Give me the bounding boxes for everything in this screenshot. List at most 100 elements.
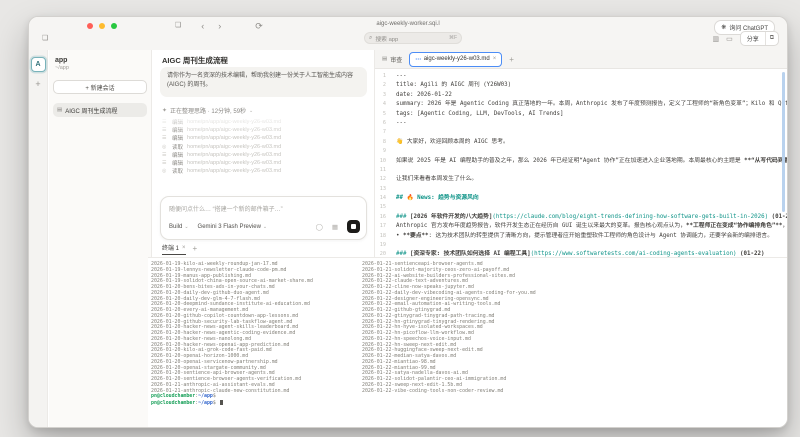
tool-call-row[interactable]: ◎ 读取 home/pn/app/aigc-weekly-y26-w03.md [162,143,369,151]
editor-line: 5 tags: [Agentic Coding, LLM, DevTools, A… [375,110,787,119]
edit-icon: ☰ [162,160,167,167]
tool-call-row[interactable]: ☰ 编辑 home/pn/app/aigc-weekly-y26-w03.md [162,151,369,159]
line-number: 4 [382,101,386,108]
voice-icon[interactable]: ◯ [316,223,323,231]
prompt-path: ~/app [198,400,213,406]
file-tab-label: aigc-weekly-y26-w03.md [423,56,490,62]
tool-call-row[interactable]: ☰ 编辑 home/pn/app/aigc-weekly-y26-w03.md [162,159,369,167]
session-item[interactable]: ▤ AIGC 周刊生成流程 [53,103,147,117]
tool-action: 编辑 [172,128,184,135]
terminal-column-right: 2026-01-21-sentienceapi-browser-agents.m… [362,261,536,394]
desktop-background: { "colors": {"accent_blue":"#4c8df6","te… [0,0,800,437]
line-text [396,147,787,156]
tool-call-row[interactable]: ☰ 编辑 home/pn/app/aigc-weekly-y26-w03.md [162,134,369,142]
new-tab-button[interactable]: + [509,55,514,64]
stop-button[interactable] [347,220,360,233]
tool-path: home/pn/app/aigc-weekly-y26-w03.md [187,127,282,134]
editor-scrollbar[interactable] [782,72,785,212]
chatgpt-icon: ❋ [721,25,727,31]
line-text: --- [396,119,407,126]
read-icon: ◎ [162,143,167,150]
editor-line: 14 ## 🔥 News: 趋势与资源风向 [375,194,787,203]
terminal-tab-label: 终端 1 [162,246,180,252]
close-terminal-icon[interactable]: × [182,245,186,251]
line-text [396,128,787,137]
prompt-user: pn@cloudchamber [151,393,196,400]
editor-line: 2 title: Agili 的 AIGC 周刊 (Y26W03) [375,81,787,90]
edit-icon: ☰ [162,127,167,134]
workspace-avatar[interactable]: A [30,57,46,72]
spinner-icon: ✦ [162,108,168,114]
line-number: 19 [379,242,386,249]
line-number: 16 [379,213,386,220]
editor-line: 6 --- [375,119,787,128]
tool-action: 读取 [172,144,184,151]
search-shortcut: ⌘F [448,35,457,41]
editor-line: 17 Anthropic 官方发布年度趋势报告，软件开发生态正在经历自 GUI 诞… [375,222,787,231]
chat-panel: AIGC 周刊生成流程 请你作为一名资深的技术编辑，帮助我创建一份关于人工智能生… [153,50,375,257]
app-window-icon[interactable]: ▭ [726,35,733,43]
editor-line: 8 👋 大家好，欢迎回顾本周的 AIGC 思考。 [375,138,787,147]
editor-line: 9 [375,147,787,156]
line-number: 11 [379,166,386,173]
model-select[interactable]: Gemini 3 Flash Preview ⌄ [198,224,268,230]
mode-select[interactable]: Build ⌄ [169,224,189,230]
close-tab-icon[interactable]: × [493,56,497,62]
tool-action: 编辑 [172,161,184,168]
app-body: A + app ~/app + 新建会话 ▤ AIGC 周刊生成流程 AIGC 周… [29,50,787,427]
editor-line: 18 • **要点**: 这为技术团队的转型提供了清晰方向，提示管理者应开始重塑软… [375,232,787,241]
line-text [396,185,787,194]
add-workspace-button[interactable]: + [35,80,40,89]
editor-lines[interactable]: 1 --- 2 title: Agili 的 AIGC 周刊 (Y26W03) 3 dat… [375,68,787,257]
chevron-down-icon[interactable]: ⌄ [249,108,253,114]
editor-line: 11 [375,166,787,175]
stop-icon [351,224,356,229]
user-message: 请你作为一名资深的技术编辑，帮助我创建一份关于人工智能生成内容 (AIGC) 的… [160,67,367,97]
terminal-tabbar: 终端 1 × + [162,243,197,255]
composer[interactable]: 随便问点什么… “搭建一个新的邮件箱子…” Build ⌄ Gemini 3 F… [160,196,367,240]
markdown-icon: ⋯ [415,56,421,63]
read-icon: ◎ [162,168,167,175]
line-text: date: 2026-01-22 [396,91,452,98]
editor-panel: ▤ 审查 ⋯ aigc-weekly-y26-w03.md × + 1 --- 2 t… [375,50,787,257]
app-sidebar-toggle-icon[interactable]: ❏ [42,34,48,42]
editor-line: 15 [375,203,787,212]
tab-file-active[interactable]: ⋯ aigc-weekly-y26-w03.md × [409,51,503,67]
status-line: ✦ 正在整理思路 · 12分钟, 59秒 ⌄ [162,106,253,116]
terminal-tab[interactable]: 终端 1 × [162,243,186,255]
line-number: 1 [382,73,386,79]
tab-review[interactable]: ▤ 审查 [382,55,402,64]
image-icon[interactable]: ▦ [332,223,338,231]
review-tab-label: 审查 [390,57,403,64]
session-label: AIGC 周刊生成流程 [65,108,118,115]
workspace-path: ~/app [55,65,69,71]
tool-call-row[interactable]: ☰ 编辑 home/pn/app/aigc-weekly-y26-w03.md [162,126,369,134]
edit-icon: ☰ [162,151,167,158]
chat-title: AIGC 周刊生成流程 [162,56,228,65]
line-number: 5 [382,110,386,117]
tool-path: home/pn/app/aigc-weekly-y26-w03.md [187,119,282,126]
tool-path: home/pn/app/aigc-weekly-y26-w03.md [187,160,282,167]
tool-call-row[interactable]: ◎ 读取 home/pn/app/aigc-weekly-y26-w03.md [162,167,369,175]
search-input[interactable]: ⌕ 搜索 app ⌘F [364,32,462,44]
line-number: 13 [379,185,386,192]
tool-call-row[interactable]: ☰ 编辑 home/pn/app/aigc-weekly-y26-w03.md [162,118,369,126]
new-session-button[interactable]: + 新建会话 [53,80,147,94]
terminal-cursor [219,400,223,405]
line-number: 12 [379,176,386,183]
tool-path: home/pn/app/aigc-weekly-y26-w03.md [187,135,282,142]
share-button[interactable]: 分享 [741,34,765,43]
header-actions: ▥ ▭ 分享 ⧉ [712,31,779,46]
composer-controls: Build ⌄ Gemini 3 Flash Preview ⌄ ◯ ▦ [169,220,360,233]
edit-icon: ☰ [162,119,167,126]
chevron-down-icon: ⌄ [184,223,189,230]
line-text: ### [资深专家: 技术团队如何选择 AI 编程工具](https://www… [396,251,765,257]
new-terminal-button[interactable]: + [193,244,198,255]
editor-line: 10 如果说 2025 年是 AI 编程助手的普及之年，那么 2026 年已经证明… [375,157,787,166]
editor-line: 1 --- [375,72,787,81]
terminal-output[interactable]: 2026-01-19-kilo-ai-weekly-roundup-jan-17… [148,257,787,427]
copy-link-icon[interactable]: ⧉ [766,35,778,42]
line-text: ### [2026 年软件开发的八大趋势](https://claude.com… [396,213,787,220]
search-icon: ⌕ [369,34,373,41]
grid-view-icon[interactable]: ▥ [712,35,719,43]
